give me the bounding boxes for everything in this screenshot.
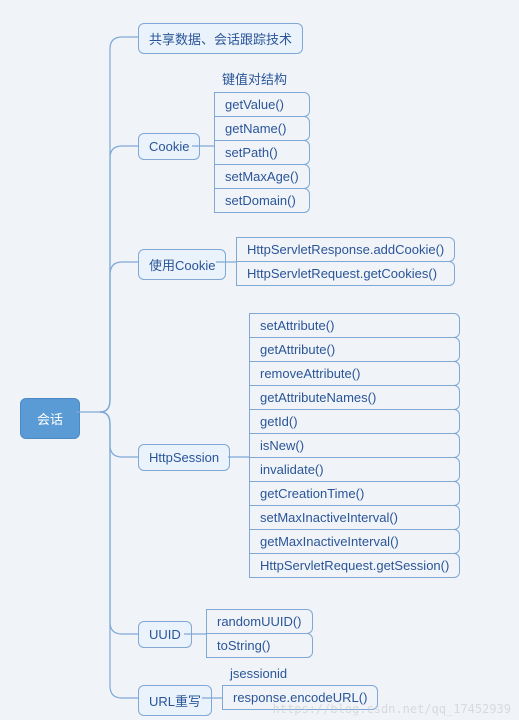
branch-cookie[interactable]: Cookie (138, 133, 200, 160)
leaf-cookie-3[interactable]: setMaxAge() (215, 164, 310, 189)
leaf-hs-2[interactable]: removeAttribute() (250, 361, 460, 386)
leaf-cookie-0[interactable]: getValue() (215, 92, 310, 117)
leaf-group-uuid: randomUUID() toString() (206, 609, 313, 658)
leaf-hs-3[interactable]: getAttributeNames() (250, 385, 460, 410)
leaf-hs-9[interactable]: getMaxInactiveInterval() (250, 529, 460, 554)
leaf-cookie-1[interactable]: getName() (215, 116, 310, 141)
leaf-group-use-cookie: HttpServletResponse.addCookie() HttpServ… (236, 237, 455, 286)
leaf-hs-8[interactable]: setMaxInactiveInterval() (250, 505, 460, 530)
leaf-uuid-0[interactable]: randomUUID() (207, 609, 313, 634)
leaf-use-cookie-1[interactable]: HttpServletRequest.getCookies() (237, 261, 455, 286)
leaf-use-cookie-0[interactable]: HttpServletResponse.addCookie() (237, 237, 455, 262)
root-node[interactable]: 会话 (20, 398, 80, 439)
branch-httpsession[interactable]: HttpSession (138, 444, 230, 471)
leaf-cookie-4[interactable]: setDomain() (215, 188, 310, 213)
branch-shared-data[interactable]: 共享数据、会话跟踪技术 (138, 23, 303, 54)
leaf-group-httpsession: setAttribute() getAttribute() removeAttr… (249, 313, 460, 578)
leaf-hs-7[interactable]: getCreationTime() (250, 481, 460, 506)
leaf-title-url-rewrite: jsessionid (222, 664, 378, 685)
leaf-title-cookie: 键值对结构 (214, 67, 310, 92)
leaf-uuid-1[interactable]: toString() (207, 633, 313, 658)
branch-use-cookie[interactable]: 使用Cookie (138, 249, 226, 280)
leaf-hs-5[interactable]: isNew() (250, 433, 460, 458)
leaf-group-cookie: 键值对结构 getValue() getName() setPath() set… (214, 67, 310, 213)
leaf-hs-10[interactable]: HttpServletRequest.getSession() (250, 553, 460, 578)
leaf-hs-6[interactable]: invalidate() (250, 457, 460, 482)
branch-uuid[interactable]: UUID (138, 621, 192, 648)
leaf-hs-0[interactable]: setAttribute() (250, 313, 460, 338)
watermark: https://blog.csdn.net/qq_17452939 (273, 702, 511, 716)
leaf-hs-4[interactable]: getId() (250, 409, 460, 434)
leaf-cookie-2[interactable]: setPath() (215, 140, 310, 165)
leaf-hs-1[interactable]: getAttribute() (250, 337, 460, 362)
branch-url-rewrite[interactable]: URL重写 (138, 685, 212, 716)
